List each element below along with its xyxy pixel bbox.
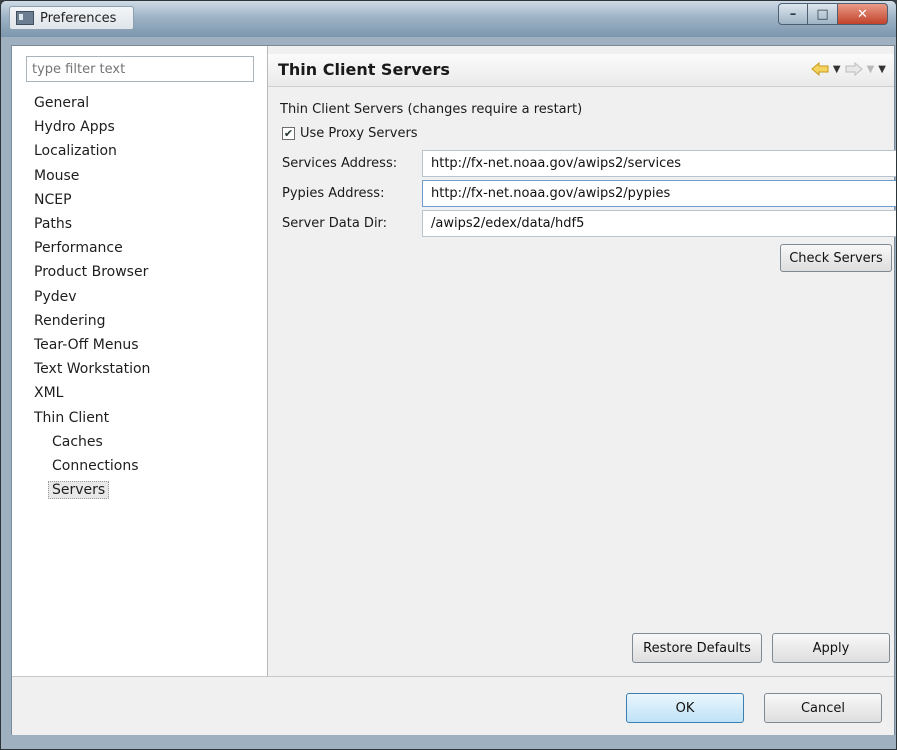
tree-item-label: Rendering xyxy=(34,312,106,329)
tree-item-thin-client[interactable]: Thin Client xyxy=(34,407,109,429)
tree-item-label: XML xyxy=(34,385,64,402)
tree-item-label: Mouse xyxy=(34,167,80,184)
server-data-dir-input[interactable] xyxy=(422,210,896,237)
preference-page: Thin Client Servers ▼ ▼ ▼ Thin Client Se… xyxy=(268,46,896,676)
preferences-window: Preferences – □ ✕ General Hydro Apps Local… xyxy=(0,0,897,750)
tree-item-label: Caches xyxy=(52,433,103,450)
services-address-row: Services Address: xyxy=(282,150,896,177)
tree-item-xml[interactable]: XML xyxy=(34,382,63,404)
dialog-button-bar: OK Cancel xyxy=(12,676,894,735)
pypies-address-input[interactable] xyxy=(422,180,896,207)
tree-item-mouse[interactable]: Mouse xyxy=(34,165,79,187)
tree-item-label: Text Workstation xyxy=(34,361,151,378)
tree-item-tear-off-menus[interactable]: Tear-Off Menus xyxy=(34,334,139,356)
pypies-address-label: Pypies Address: xyxy=(282,186,385,201)
tree-item-label: Localization xyxy=(34,143,117,160)
tree-item-label: Servers xyxy=(48,481,110,500)
tree-item-label: Thin Client xyxy=(34,409,110,426)
services-address-input[interactable] xyxy=(422,150,896,177)
tree-item-pydev[interactable]: Pydev xyxy=(34,286,77,308)
tree-item-general[interactable]: General xyxy=(34,92,89,114)
tree-item-localization[interactable]: Localization xyxy=(34,140,117,162)
tree-item-label: Performance xyxy=(34,240,123,257)
minimize-button[interactable]: – xyxy=(778,3,808,25)
tree-item-label: Hydro Apps xyxy=(34,119,115,136)
tree-item-label: Tear-Off Menus xyxy=(34,337,139,353)
use-proxy-label: Use Proxy Servers xyxy=(300,126,418,141)
title-tab: Preferences xyxy=(9,6,134,30)
use-proxy-row[interactable]: ✔ Use Proxy Servers xyxy=(282,126,418,141)
title-bar[interactable]: Preferences – □ ✕ xyxy=(1,1,896,37)
back-dropdown-icon[interactable]: ▼ xyxy=(833,64,841,75)
cancel-button[interactable]: Cancel xyxy=(764,693,882,723)
pypies-address-row: Pypies Address: xyxy=(282,180,896,207)
ok-button[interactable]: OK xyxy=(626,693,744,723)
tree-item-label: Paths xyxy=(34,216,73,232)
tree-item-rendering[interactable]: Rendering xyxy=(34,310,106,332)
view-menu-icon[interactable]: ▼ xyxy=(878,64,886,75)
tree-item-connections[interactable]: Connections xyxy=(52,455,139,477)
tree-item-label: Connections xyxy=(52,458,139,474)
dialog-client-area: General Hydro Apps Localization Mouse NCEP Pa… xyxy=(11,45,896,735)
filter-input[interactable] xyxy=(26,56,254,82)
forward-dropdown-icon[interactable]: ▼ xyxy=(867,64,875,75)
window-controls: – □ ✕ xyxy=(778,3,888,25)
page-description: Thin Client Servers (changes require a r… xyxy=(280,102,583,117)
services-address-label: Services Address: xyxy=(282,156,398,171)
server-data-dir-label: Server Data Dir: xyxy=(282,216,388,231)
tree-item-label: Pydev xyxy=(34,288,77,305)
tree-item-label: General xyxy=(34,95,90,111)
tree-item-label: Product Browser xyxy=(34,264,149,281)
preferences-tree-pane: General Hydro Apps Localization Mouse NCEP Pa… xyxy=(12,46,268,676)
tree-item-product-browser[interactable]: Product Browser xyxy=(34,261,148,283)
page-navigation: ▼ ▼ ▼ xyxy=(811,62,886,76)
page-header: Thin Client Servers ▼ ▼ ▼ xyxy=(268,54,894,87)
tree-item-caches[interactable]: Caches xyxy=(52,431,103,453)
window-title: Preferences xyxy=(40,10,117,26)
tree-item-ncep[interactable]: NCEP xyxy=(34,189,72,211)
use-proxy-checkbox[interactable]: ✔ xyxy=(282,127,295,140)
back-arrow-icon[interactable] xyxy=(811,62,829,76)
app-icon xyxy=(16,11,34,25)
server-data-dir-row: Server Data Dir: xyxy=(282,210,896,237)
tree-item-text-workstation[interactable]: Text Workstation xyxy=(34,358,150,380)
maximize-button[interactable]: □ xyxy=(808,3,838,25)
page-title: Thin Client Servers xyxy=(278,60,450,79)
restore-defaults-button[interactable]: Restore Defaults xyxy=(632,633,762,663)
apply-button[interactable]: Apply xyxy=(772,633,890,663)
forward-arrow-icon[interactable] xyxy=(845,62,863,76)
close-button[interactable]: ✕ xyxy=(838,3,888,25)
tree-item-servers[interactable]: Servers xyxy=(48,479,110,501)
check-servers-button[interactable]: Check Servers xyxy=(780,244,892,272)
tree-item-label: NCEP xyxy=(34,191,72,208)
tree-item-hydro-apps[interactable]: Hydro Apps xyxy=(34,116,115,138)
tree-item-paths[interactable]: Paths xyxy=(34,213,72,235)
tree-item-performance[interactable]: Performance xyxy=(34,237,123,259)
